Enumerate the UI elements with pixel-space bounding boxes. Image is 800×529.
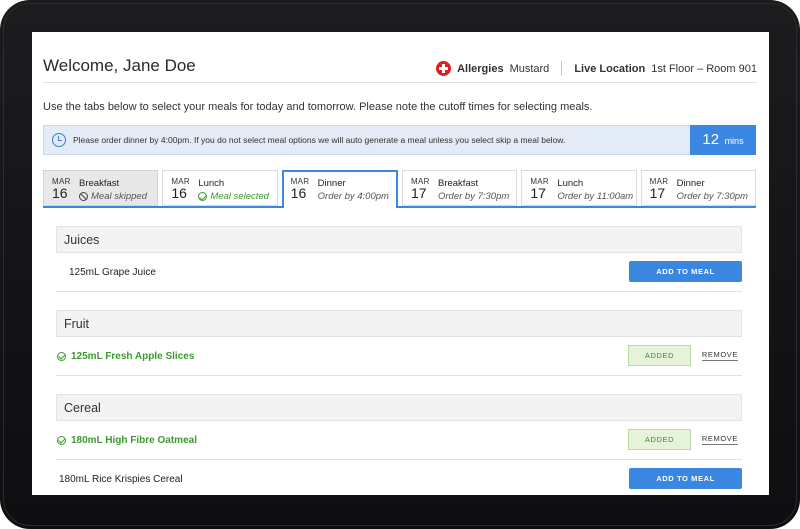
instructions-text: Use the tabs below to select your meals … [43,101,593,113]
check-circle-icon [57,435,66,445]
menu-item: 125mL Grape Juice ADD TO MEAL [56,253,742,292]
allergies-value: Mustard [509,62,550,75]
tab-status: Meal selected [198,191,269,202]
tab-meal-name: Lunch [198,178,225,189]
tab-status-text: Order by 4:00pm [317,191,389,202]
tab-meal-name: Dinner [676,178,705,189]
alert-text: Please order dinner by 4:00pm. If you do… [73,135,566,145]
tab-status-text: Meal selected [210,191,269,202]
category-header-cereal: Cereal [56,394,742,421]
tab-info: Dinner Order by 4:00pm [318,177,389,202]
tab-day: 17 [649,185,666,201]
cutoff-alert-banner: Please order dinner by 4:00pm. If you do… [43,125,756,155]
tab-info: Lunch Order by 11:00am [557,177,633,202]
menu-item-name: 125mL Grape Juice [69,266,156,278]
medical-cross-icon [436,61,452,76]
tab-status-text: Meal skipped [91,191,147,202]
menu-item-name: 180mL Rice Krispies Cereal [59,473,183,485]
tab-meal-name: Breakfast [437,178,479,189]
tab-meal-name: Lunch [557,178,584,189]
tab-day: 17 [410,185,427,201]
tab-mar16-lunch[interactable]: MAR 16 Lunch Meal selected [162,170,278,206]
check-circle-icon [57,351,66,361]
add-to-meal-button[interactable]: ADD TO MEAL [629,468,742,489]
tab-day: 16 [171,185,187,201]
menu-item: 180mL Rice Krispies Cereal ADD TO MEAL [56,460,742,495]
category-header-juices: Juices [56,226,742,253]
check-circle-icon [198,192,208,201]
tab-date: MAR 16 [171,177,193,200]
location-label: Live Location [574,62,646,75]
menu-item-name: 180mL High Fibre Oatmeal [71,434,197,446]
menu-item: 180mL High Fibre Oatmeal ADDED REMOVE [56,421,742,460]
tab-info: Breakfast Meal skipped [79,177,147,202]
tab-info: Breakfast Order by 7:30pm [438,177,509,202]
tab-date: MAR 17 [411,177,433,200]
page-title: Welcome, Jane Doe [43,56,196,75]
tab-mar17-dinner[interactable]: MAR 17 Dinner Order by 7:30pm [640,170,756,206]
tab-mar16-breakfast[interactable]: MAR 16 Breakfast Meal skipped [43,170,159,206]
ban-icon [79,192,88,201]
tab-info: Dinner Order by 7:30pm [677,177,748,202]
category-header-fruit: Fruit [56,310,742,337]
menu-item-name: 125mL Fresh Apple Slices [71,350,195,362]
tab-mar17-lunch[interactable]: MAR 17 Lunch Order by 11:00am [521,170,637,206]
location-value: 1st Floor – Room 901 [651,62,757,75]
tab-mar17-breakfast[interactable]: MAR 17 Breakfast Order by 7:30pm [401,170,518,206]
add-to-meal-button[interactable]: ADD TO MEAL [629,261,742,282]
countdown-timer: 12 mins [690,125,756,155]
tab-date: MAR 16 [291,177,313,200]
remove-button[interactable]: REMOVE [701,434,738,445]
tab-mar16-dinner[interactable]: MAR 16 Dinner Order by 4:00pm [281,170,398,208]
tab-status-text: Order by 11:00am [557,191,634,202]
tab-status-text: Order by 7:30pm [437,191,510,202]
added-badge: ADDED [628,345,691,366]
tab-info: Lunch Meal selected [198,177,269,202]
tab-status-text: Order by 7:30pm [676,191,748,202]
patient-info: Allergies Mustard Live Location 1st Floo… [436,61,757,76]
tab-day: 16 [290,185,307,201]
added-badge: ADDED [628,429,691,450]
tab-meal-name: Dinner [317,178,346,189]
tablet-frame: Welcome, Jane Doe Allergies Mustard Live… [0,0,800,529]
timer-value: 12 [702,131,720,148]
menu-item: 125mL Fresh Apple Slices ADDED REMOVE [56,337,742,376]
menu-list: Juices 125mL Grape Juice ADD TO MEAL Fru… [56,226,742,495]
tab-meal-name: Breakfast [79,178,120,189]
tab-date: MAR 17 [530,177,552,200]
tab-status: Meal skipped [79,191,147,202]
tab-day: 17 [530,185,546,201]
remove-button[interactable]: REMOVE [701,350,738,361]
allergies-label: Allergies [457,62,504,75]
tab-day: 16 [52,185,68,201]
meal-tabs: MAR 16 Breakfast Meal skipped MAR 16 Lun… [43,170,756,208]
tab-date: MAR 17 [650,177,672,200]
tab-date: MAR 16 [52,177,74,200]
app-screen: Welcome, Jane Doe Allergies Mustard Live… [32,32,769,495]
header-divider [561,61,563,76]
header-divider-line [43,82,757,83]
timer-unit: mins [724,136,744,146]
clock-icon [52,133,66,147]
